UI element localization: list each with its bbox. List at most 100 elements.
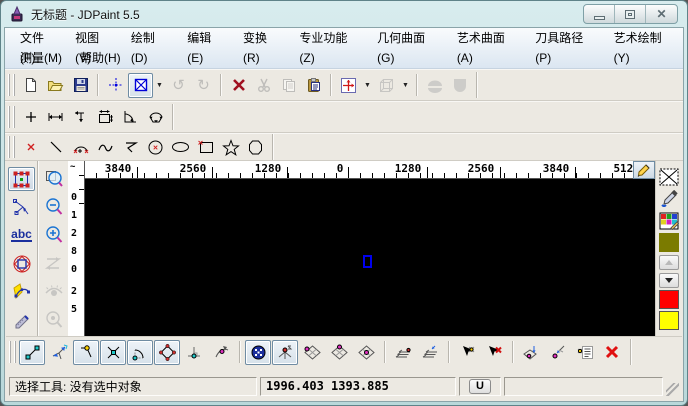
toolbar-drag-handle[interactable] [8, 136, 15, 158]
view-3d-button[interactable] [374, 73, 399, 98]
snap-axis-button[interactable] [272, 340, 298, 365]
draw-star-button[interactable] [218, 135, 243, 160]
draw-line-button[interactable] [43, 135, 68, 160]
eraser-tool-button[interactable] [8, 308, 35, 332]
zoom-object-button[interactable] [40, 308, 67, 332]
menu-view[interactable]: 视图(V) [66, 28, 122, 48]
close-button[interactable]: ✕ [646, 5, 677, 23]
draw-arc-button[interactable] [68, 135, 93, 160]
draw-rectangle-button[interactable] [193, 135, 218, 160]
layer-arrow-button[interactable] [417, 340, 443, 365]
vertical-ruler[interactable]: ~ 0 1 2 8 0 2 5 [68, 161, 85, 336]
snap-endpoint-button[interactable] [19, 340, 45, 365]
draw-circle-button[interactable] [143, 135, 168, 160]
ruler-edit-button[interactable] [633, 161, 655, 179]
unit-button[interactable]: U [469, 379, 491, 394]
toolbar-drag-handle[interactable] [9, 341, 16, 363]
snap-plane-top-button[interactable] [326, 340, 352, 365]
titlebar[interactable]: 无标题 - JDPaint 5.5 ✕ [1, 1, 687, 27]
toolbar-drag-handle[interactable] [8, 106, 15, 128]
minimize-button[interactable] [584, 5, 615, 23]
snap-plane-center-button[interactable] [353, 340, 379, 365]
measure-curve-button[interactable] [143, 105, 168, 130]
shape-tool-button[interactable] [8, 252, 35, 276]
axis-view-dropdown[interactable]: ▼ [361, 73, 374, 98]
view-3d-dropdown[interactable]: ▼ [399, 73, 412, 98]
bounding-box-button[interactable] [128, 73, 153, 98]
node-edit-tool-button[interactable] [8, 195, 35, 219]
open-button[interactable] [43, 73, 68, 98]
drawing-canvas[interactable] [85, 179, 655, 336]
scroll-down-button[interactable] [659, 273, 679, 288]
draw-point-button[interactable] [18, 135, 43, 160]
select-tool-button[interactable] [8, 167, 35, 191]
plane-drop-button[interactable] [518, 340, 544, 365]
shade-shield-button[interactable] [447, 73, 472, 98]
menu-art-surface[interactable]: 艺术曲面(A) [448, 28, 526, 48]
menu-draw[interactable]: 绘制(D) [122, 28, 178, 48]
zoom-out-button[interactable] [40, 195, 67, 219]
bounding-box-dropdown[interactable]: ▼ [153, 73, 166, 98]
no-color-button[interactable] [658, 167, 680, 187]
snap-plane-xy-button[interactable] [299, 340, 325, 365]
hide-object-button[interactable] [40, 280, 67, 304]
shade-sphere-button[interactable] [422, 73, 447, 98]
pen-tool-button[interactable] [8, 280, 35, 304]
draw-ellipse-button[interactable] [168, 135, 193, 160]
snap-perpendicular-button[interactable] [181, 340, 207, 365]
redo-button[interactable]: ↻ [191, 73, 216, 98]
snap-arc-button[interactable] [127, 340, 153, 365]
menu-pro-functions[interactable]: 专业功能(Z) [290, 28, 368, 48]
snap-quadrant-button[interactable] [154, 340, 180, 365]
menu-transform[interactable]: 变换(R) [234, 28, 290, 48]
scroll-up-button[interactable] [659, 255, 679, 270]
measure-distance-button[interactable] [43, 105, 68, 130]
menu-edit[interactable]: 编辑(E) [178, 28, 234, 48]
copy-button[interactable] [276, 73, 301, 98]
origin-crosshair-button[interactable] [103, 73, 128, 98]
undo-button[interactable]: ↺ [166, 73, 191, 98]
draw-polygon-button[interactable] [243, 135, 268, 160]
menu-geometric-surface[interactable]: 几何曲面(G) [368, 28, 448, 48]
zoom-in-button[interactable] [40, 223, 67, 247]
measure-angle-button[interactable] [118, 105, 143, 130]
measure-step-button[interactable] [68, 105, 93, 130]
measure-point-button[interactable] [18, 105, 43, 130]
new-button[interactable] [18, 73, 43, 98]
yellow-color-swatch[interactable] [659, 311, 679, 330]
draw-polyline-button[interactable] [118, 135, 143, 160]
measure-rect-button[interactable] [93, 105, 118, 130]
draw-spline-button[interactable] [93, 135, 118, 160]
snap-corner-button[interactable] [73, 340, 99, 365]
layer-point-button[interactable] [390, 340, 416, 365]
maximize-button[interactable] [615, 5, 646, 23]
delete-button[interactable] [226, 73, 251, 98]
menu-help[interactable]: 帮助(H) [71, 48, 130, 68]
snap-grid-button[interactable] [245, 340, 271, 365]
axis-view-button[interactable] [336, 73, 361, 98]
list-pick-button[interactable] [572, 340, 598, 365]
snap-move-button[interactable] [46, 340, 72, 365]
text-tool-button[interactable]: abc [8, 223, 35, 247]
paste-button[interactable] [301, 73, 326, 98]
menu-measure[interactable]: 测量(M) [11, 48, 71, 68]
pick-point-button[interactable] [454, 340, 480, 365]
save-button[interactable] [68, 73, 93, 98]
resize-grip[interactable] [666, 383, 679, 396]
menu-file[interactable]: 文件(F) [11, 28, 66, 48]
cancel-button[interactable] [599, 340, 625, 365]
zoom-window-button[interactable] [40, 167, 67, 191]
menu-art-draw[interactable]: 艺术绘制(Y) [605, 28, 683, 48]
red-color-swatch[interactable] [659, 290, 679, 309]
pan-view-button[interactable] [40, 252, 67, 276]
toolbar-drag-handle[interactable] [8, 74, 15, 96]
point-vector-button[interactable] [545, 340, 571, 365]
palette-button[interactable] [658, 211, 680, 231]
selection-rectangle[interactable] [363, 255, 372, 268]
pick-delete-button[interactable] [481, 340, 507, 365]
eyedropper-button[interactable] [658, 189, 680, 209]
horizontal-ruler[interactable]: 3840 2560 1280 0 1280 2560 3840 512mm [85, 161, 633, 179]
snap-tangent-button[interactable] [208, 340, 234, 365]
cut-button[interactable] [251, 73, 276, 98]
current-color-swatch[interactable] [659, 233, 679, 252]
